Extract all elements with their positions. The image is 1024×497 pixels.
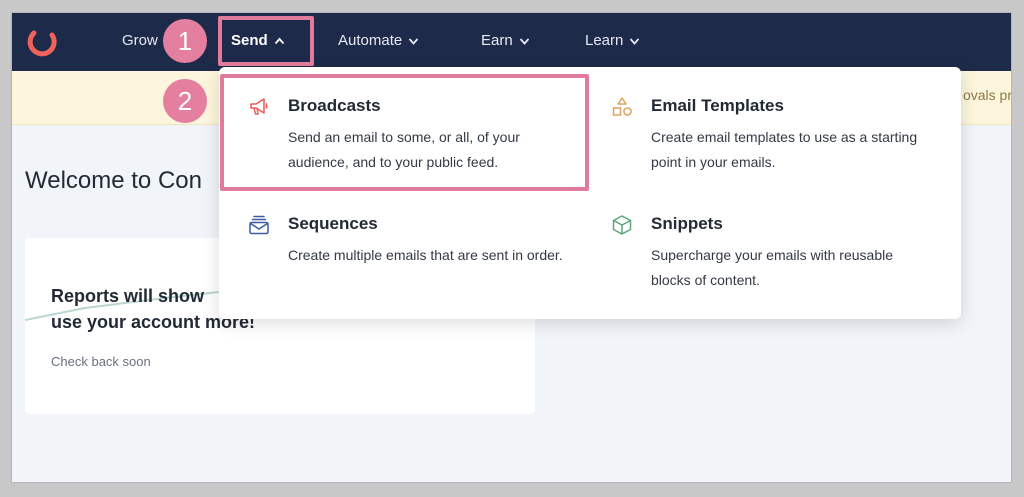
nav-send[interactable]: Send xyxy=(231,32,285,49)
menu-item-email-templates-desc: Create email templates to use as a start… xyxy=(651,129,918,170)
send-dropdown-menu: Broadcasts Send an email to some, or all… xyxy=(219,67,961,319)
nav-learn[interactable]: Learn xyxy=(585,32,640,49)
nav-grow[interactable]: Grow xyxy=(122,32,158,49)
nav-grow-label: Grow xyxy=(122,32,158,49)
menu-item-broadcasts-desc: Send an email to some, or all, of your a… xyxy=(288,129,520,170)
step-badge-1: 1 xyxy=(163,19,207,63)
nav-send-label: Send xyxy=(231,32,268,49)
app-window: Grow Send Automate Earn Learn ovals pr W… xyxy=(11,12,1012,483)
chevron-down-icon xyxy=(409,37,419,45)
nav-automate[interactable]: Automate xyxy=(338,32,419,49)
menu-item-email-templates-title: Email Templates xyxy=(651,96,784,115)
convertkit-logo-icon[interactable] xyxy=(25,25,59,59)
chevron-down-icon xyxy=(630,37,640,45)
menu-item-broadcasts-title: Broadcasts xyxy=(288,96,381,115)
envelope-stack-icon xyxy=(249,215,269,235)
reports-card-subtitle: Check back soon xyxy=(51,354,151,369)
cube-icon xyxy=(612,215,632,235)
menu-item-snippets-title: Snippets xyxy=(651,214,723,233)
menu-item-sequences-title: Sequences xyxy=(288,214,378,233)
banner-text: ovals pr xyxy=(962,87,1012,103)
top-navbar: Grow Send Automate Earn Learn xyxy=(11,12,1012,71)
nav-learn-label: Learn xyxy=(585,32,624,49)
chevron-up-icon xyxy=(274,37,284,44)
page-title: Welcome to Con xyxy=(25,167,202,194)
nav-earn-label: Earn xyxy=(481,32,513,49)
megaphone-icon xyxy=(250,98,268,115)
nav-automate-label: Automate xyxy=(338,32,403,49)
menu-item-sequences-desc: Create multiple emails that are sent in … xyxy=(288,247,563,263)
shapes-icon xyxy=(612,97,632,116)
step-badge-2: 2 xyxy=(163,79,207,123)
nav-earn[interactable]: Earn xyxy=(481,32,530,49)
chevron-down-icon xyxy=(519,37,529,45)
menu-item-snippets-desc: Supercharge your emails with reusable bl… xyxy=(651,247,894,288)
